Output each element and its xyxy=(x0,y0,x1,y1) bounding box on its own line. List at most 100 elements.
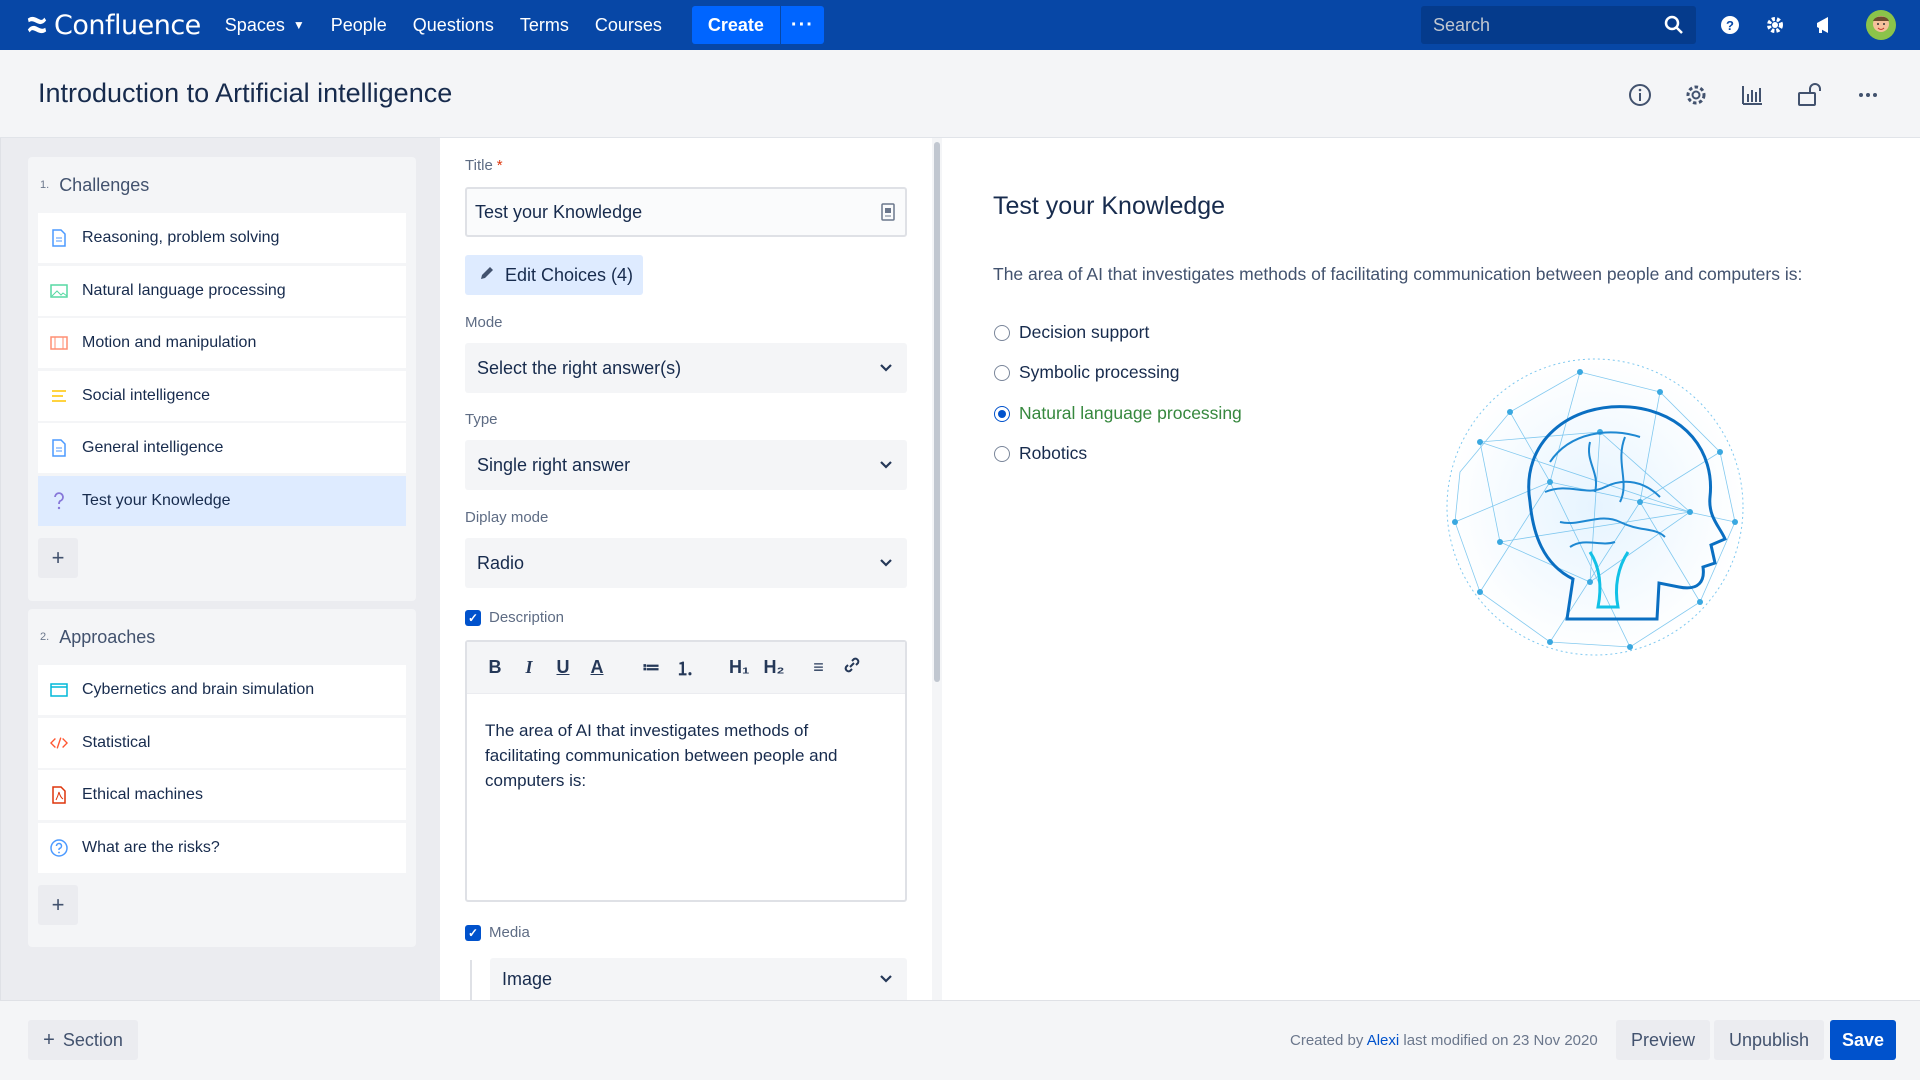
text-color-button[interactable]: A xyxy=(587,657,607,678)
radio-button[interactable] xyxy=(994,445,1010,462)
author-link[interactable]: Alexi xyxy=(1367,1032,1400,1049)
help-icon[interactable]: ? xyxy=(1718,13,1742,37)
video-icon xyxy=(50,334,68,352)
heading2-button[interactable]: H₂ xyxy=(763,657,784,678)
title-label-text: Title xyxy=(465,157,493,174)
sidebar-item-reasoning[interactable]: Reasoning, problem solving xyxy=(38,213,406,263)
nav-people[interactable]: People xyxy=(331,15,387,36)
sidebar-item-label: Social intelligence xyxy=(82,386,211,404)
answer-option-label: Robotics xyxy=(1019,443,1088,463)
section-number: 1. xyxy=(40,179,50,191)
heading1-button[interactable]: H₁ xyxy=(729,657,749,678)
display-mode-label: Diplay mode xyxy=(465,509,549,526)
search-input[interactable]: Search xyxy=(1421,6,1696,44)
created-by-prefix: Created by xyxy=(1290,1032,1364,1049)
underline-button[interactable]: U xyxy=(553,657,573,678)
analytics-chart-icon[interactable] xyxy=(1738,81,1766,109)
code-icon xyxy=(50,734,68,752)
media-checkbox[interactable]: ✓ Media xyxy=(465,924,530,941)
create-more-button[interactable]: ··· xyxy=(779,6,824,44)
search-placeholder: Search xyxy=(1433,14,1491,35)
create-button[interactable]: Create xyxy=(691,6,780,44)
preview-button[interactable]: Preview xyxy=(1616,1020,1710,1060)
media-type-select[interactable]: Image xyxy=(490,958,907,1000)
description-rich-editor[interactable]: B I U A ≔ ⒈ H₁ H₂ ≡ The area of AI that … xyxy=(465,640,907,902)
title-input-value: Test your Knowledge xyxy=(475,201,643,222)
unpublish-button[interactable]: Unpublish xyxy=(1714,1020,1824,1060)
radio-button-selected[interactable] xyxy=(994,405,1010,422)
link-button[interactable] xyxy=(842,656,862,679)
sidebar-item-statistical[interactable]: Statistical xyxy=(38,717,406,768)
help-circle-icon xyxy=(50,839,68,857)
media-checkbox-label: Media xyxy=(489,924,530,941)
browser-icon xyxy=(50,681,68,699)
nav-questions[interactable]: Questions xyxy=(413,15,494,36)
sidebar-item-ethical[interactable]: Ethical machines xyxy=(38,770,406,821)
preview-question-text: The area of AI that investigates methods… xyxy=(993,264,1803,284)
mode-select[interactable]: Select the right answer(s) xyxy=(465,343,907,393)
sidebar-item-general[interactable]: General intelligence xyxy=(38,423,406,474)
sidebar-item-risks[interactable]: What are the risks? xyxy=(38,822,406,873)
radio-button[interactable] xyxy=(994,364,1010,381)
chevron-down-icon xyxy=(880,461,892,469)
nav-terms[interactable]: Terms xyxy=(520,15,569,36)
page-settings-gear-icon[interactable] xyxy=(1682,81,1710,109)
nav-courses[interactable]: Courses xyxy=(595,15,662,36)
title-input[interactable]: Test your Knowledge xyxy=(465,187,907,237)
sidebar-item-label: Natural language processing xyxy=(82,281,286,299)
answer-option[interactable]: Symbolic processing xyxy=(994,362,1179,383)
edit-choices-button[interactable]: Edit Choices (4) xyxy=(465,255,643,295)
italic-button[interactable]: I xyxy=(519,657,539,678)
numbered-list-button[interactable]: ⒈ xyxy=(675,655,695,681)
sidebar-item-social[interactable]: Social intelligence xyxy=(38,370,406,421)
sidebar-item-cybernetics[interactable]: Cybernetics and brain simulation xyxy=(38,665,406,715)
bullet-list-button[interactable]: ≔ xyxy=(641,657,661,678)
bold-button[interactable]: B xyxy=(485,657,505,678)
add-section-button[interactable]: + Section xyxy=(28,1020,138,1060)
checkmark-icon: ✓ xyxy=(465,924,481,941)
create-group: Create ··· xyxy=(691,6,824,44)
sidebar-item-label: What are the risks? xyxy=(82,838,220,856)
nav-spaces[interactable]: Spaces ▼ xyxy=(225,15,305,36)
align-button[interactable]: ≡ xyxy=(808,657,828,678)
required-asterisk: * xyxy=(496,157,503,174)
page-header: Introduction to Artificial intelligence xyxy=(0,50,1920,138)
save-button[interactable]: Save xyxy=(1830,1020,1896,1060)
more-options-icon[interactable] xyxy=(1854,81,1882,109)
section-header[interactable]: 2. Approaches xyxy=(28,609,416,665)
add-item-button[interactable]: + xyxy=(38,537,78,578)
chevron-down-icon: ▼ xyxy=(292,18,305,32)
add-item-button[interactable]: + xyxy=(38,884,78,925)
media-indent-line xyxy=(470,960,472,1000)
pdf-icon xyxy=(50,786,68,804)
info-icon[interactable] xyxy=(1626,81,1654,109)
display-mode-select[interactable]: Radio xyxy=(465,538,907,588)
confluence-logo[interactable]: Confluence xyxy=(26,10,201,41)
answer-option-label: Natural language processing xyxy=(1019,403,1242,423)
answer-option-selected[interactable]: Natural language processing xyxy=(994,403,1242,424)
media-type-value: Image xyxy=(502,968,553,989)
sidebar-item-test-knowledge[interactable]: Test your Knowledge xyxy=(38,475,406,526)
user-avatar[interactable] xyxy=(1866,10,1896,40)
answer-option[interactable]: Robotics xyxy=(994,443,1087,464)
settings-gear-icon[interactable] xyxy=(1763,13,1787,37)
radio-button[interactable] xyxy=(994,324,1010,341)
editor-content[interactable]: The area of AI that investigates methods… xyxy=(467,694,905,817)
unlock-icon[interactable] xyxy=(1796,81,1824,109)
sidebar-item-label: Ethical machines xyxy=(82,786,203,804)
description-checkbox-label: Description xyxy=(489,609,565,626)
sidebar-item-label: Motion and manipulation xyxy=(82,334,257,352)
notifications-megaphone-icon[interactable] xyxy=(1812,13,1836,37)
sidebar-item-nlp[interactable]: Natural language processing xyxy=(38,265,406,316)
nav-terms-label: Terms xyxy=(519,14,569,35)
answer-option[interactable]: Decision support xyxy=(994,322,1149,343)
link-icon xyxy=(845,657,860,673)
form-scrollbar-thumb[interactable] xyxy=(934,142,940,682)
type-select[interactable]: Single right answer xyxy=(465,440,907,490)
document-icon xyxy=(50,439,68,458)
section-title: Challenges xyxy=(59,174,150,195)
description-checkbox[interactable]: ✓ Description xyxy=(465,609,564,626)
section-header[interactable]: 1. Challenges xyxy=(28,157,416,213)
sidebar-item-motion[interactable]: Motion and manipulation xyxy=(38,318,406,369)
sidebar-item-label: Cybernetics and brain simulation xyxy=(82,681,315,698)
